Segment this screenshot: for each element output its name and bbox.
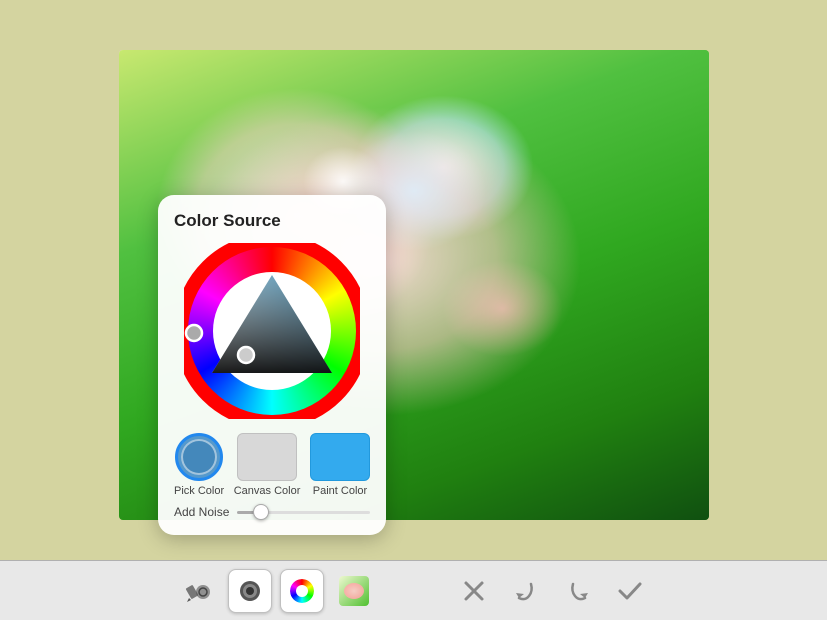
color-wheel-icon — [287, 576, 317, 606]
undo-icon — [511, 576, 541, 606]
noise-thumb[interactable] — [253, 504, 269, 520]
noise-slider[interactable] — [237, 511, 370, 514]
pick-color-circle[interactable] — [175, 433, 223, 481]
noise-label: Add Noise — [174, 505, 229, 519]
photo-thumbnail[interactable] — [339, 576, 369, 606]
brightness-handle[interactable] — [238, 347, 254, 363]
color-tool-button[interactable] — [280, 569, 324, 613]
smudge-tool-button[interactable] — [176, 569, 220, 613]
canvas-color-swatch[interactable]: Canvas Color — [234, 433, 301, 497]
paint-color-swatch[interactable]: Paint Color — [310, 433, 370, 497]
hue-handle[interactable] — [186, 325, 202, 341]
pick-color-label: Pick Color — [174, 485, 224, 497]
toolbar — [0, 560, 827, 620]
cancel-button[interactable] — [452, 569, 496, 613]
x-icon — [459, 576, 489, 606]
color-source-popup: Color Source — [158, 195, 386, 535]
canvas-color-label: Canvas Color — [234, 485, 301, 497]
photo-tool-button[interactable] — [332, 569, 376, 613]
canvas-area — [0, 0, 827, 570]
brush-icon — [235, 576, 265, 606]
color-wheel-container[interactable] — [184, 243, 360, 419]
smudge-icon — [183, 576, 213, 606]
pick-color-swatch[interactable]: Pick Color — [174, 433, 224, 497]
popup-title: Color Source — [174, 211, 370, 231]
check-icon — [615, 576, 645, 606]
paint-color-label: Paint Color — [313, 485, 367, 497]
undo-button[interactable] — [504, 569, 548, 613]
redo-button[interactable] — [556, 569, 600, 613]
redo-icon — [563, 576, 593, 606]
confirm-button[interactable] — [608, 569, 652, 613]
color-wheel[interactable] — [184, 243, 360, 419]
swatches-row: Pick Color Canvas Color Paint Color — [174, 433, 370, 497]
brush-tool-button[interactable] — [228, 569, 272, 613]
canvas-color-rect[interactable] — [237, 433, 297, 481]
noise-row: Add Noise — [174, 505, 370, 519]
paint-color-rect[interactable] — [310, 433, 370, 481]
